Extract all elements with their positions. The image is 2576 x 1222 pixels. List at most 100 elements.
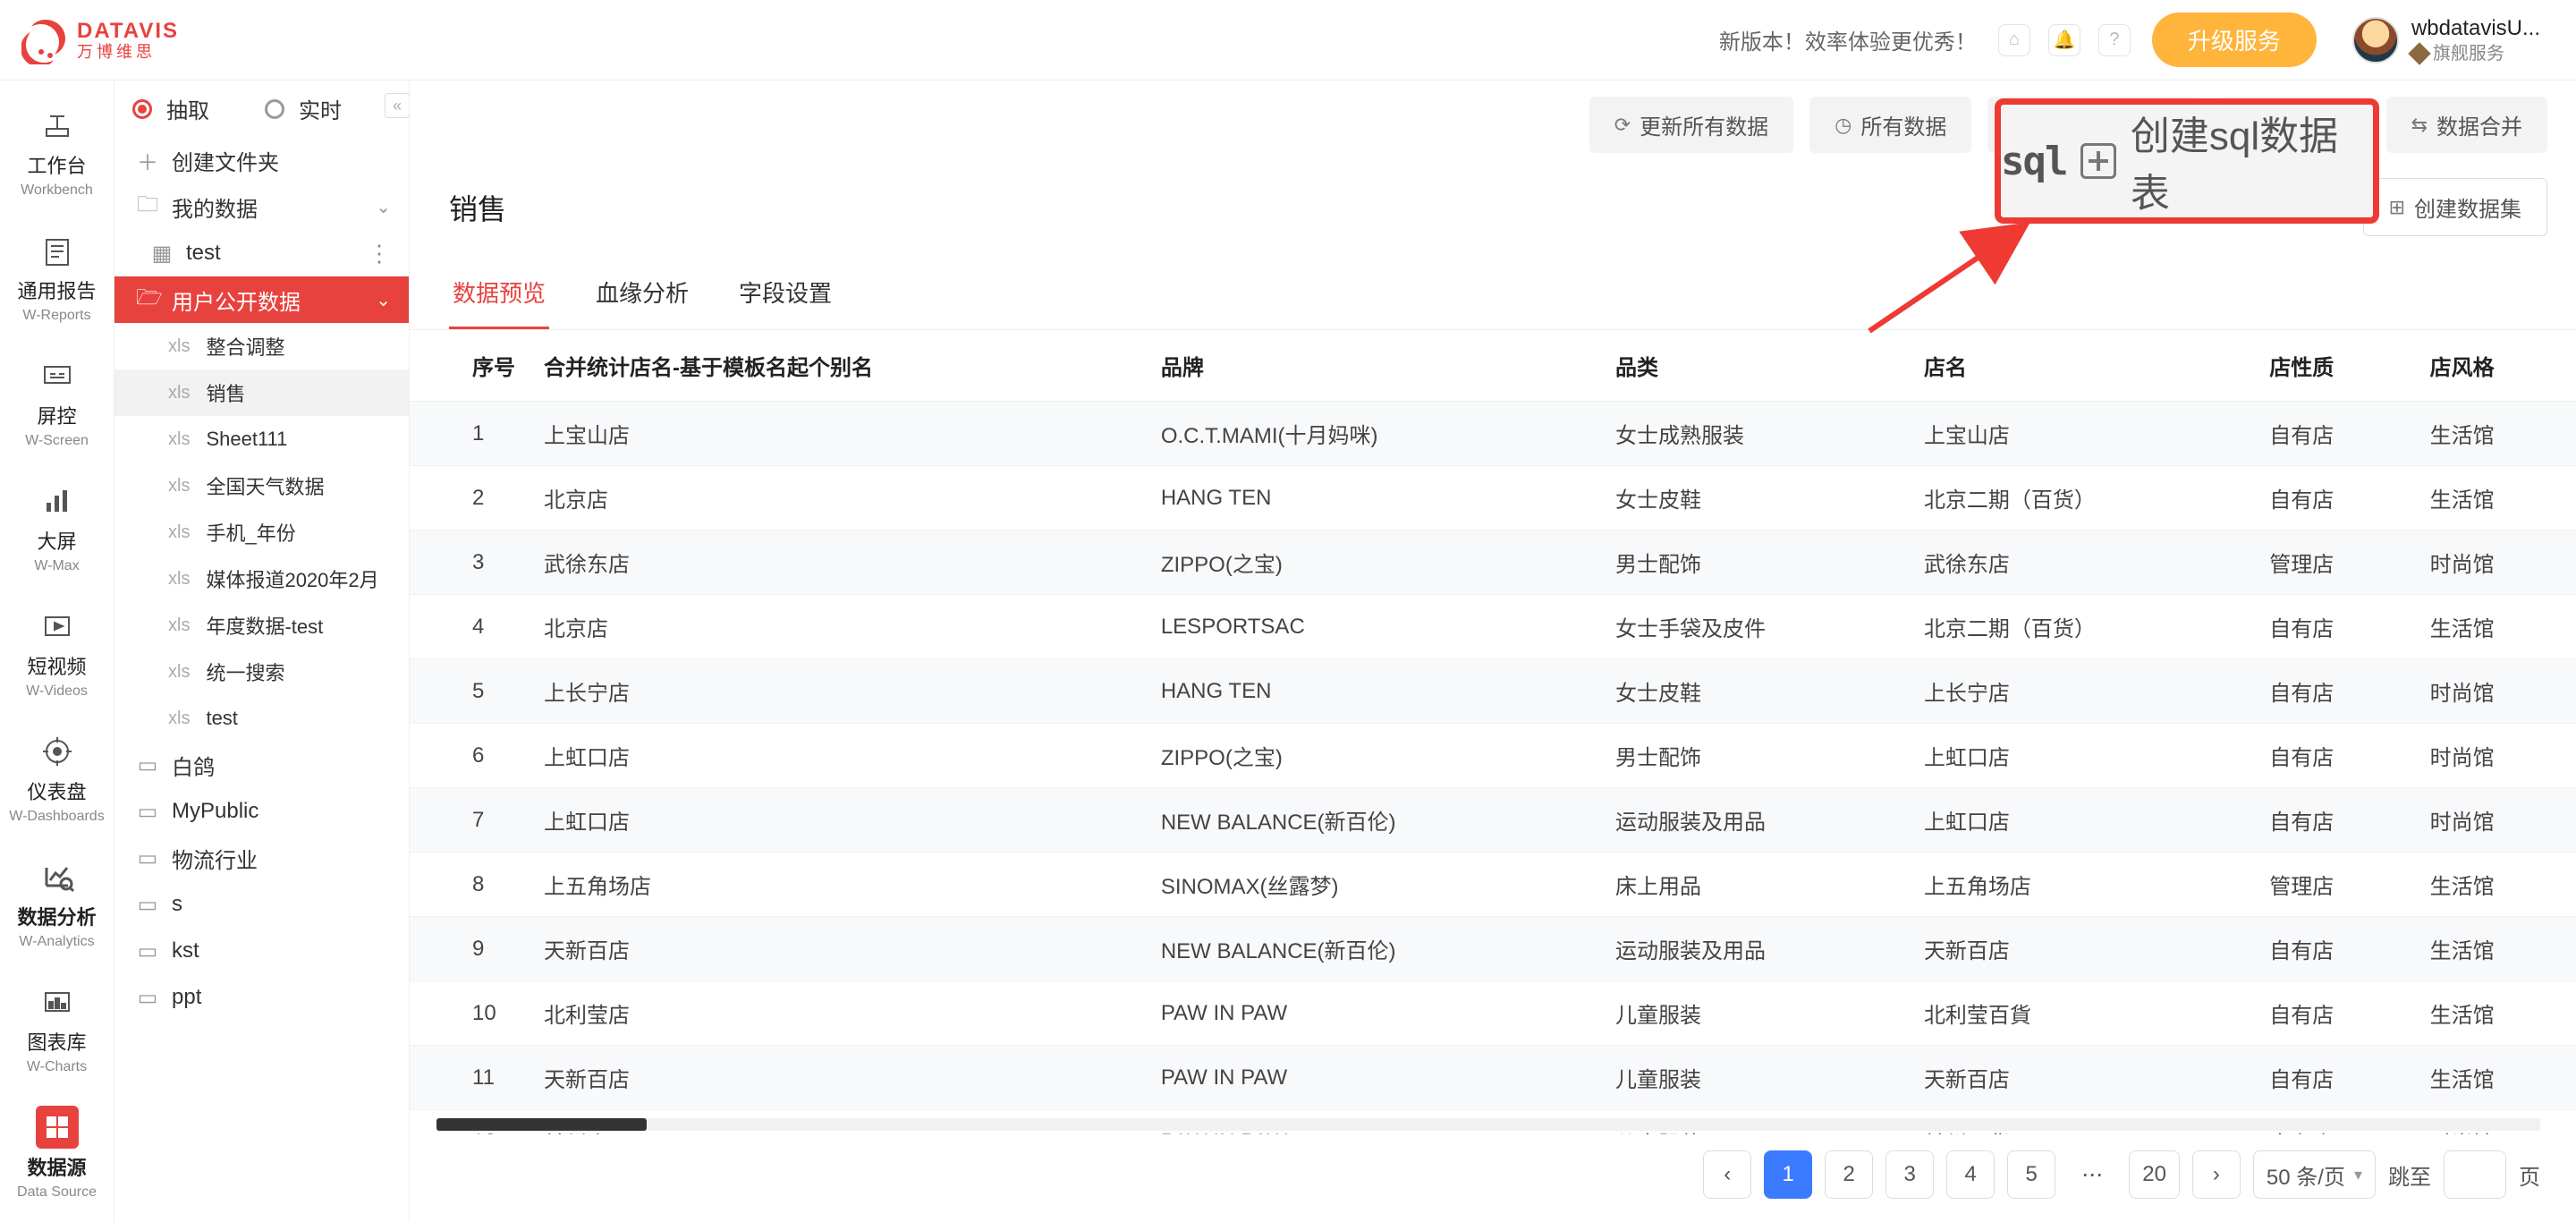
create-dataset-button[interactable]: ⊞ 创建数据集 — [2363, 178, 2547, 236]
doc-icon: ▭ — [136, 985, 159, 1011]
table-row[interactable]: 9天新百店NEW BALANCE(新百伦)运动服装及用品天新百店自有店生活馆 — [410, 917, 2576, 981]
table-row[interactable]: 10北利莹店PAW IN PAW儿童服装北利莹百貨自有店生活馆 — [410, 981, 2576, 1046]
column-header[interactable]: 品类 — [1601, 330, 1910, 402]
home-icon[interactable]: ⌂ — [1998, 24, 2030, 56]
tree-item[interactable]: ▭ kst — [114, 928, 409, 974]
per-page-select[interactable]: 50 条/页 — [2253, 1150, 2376, 1199]
horizontal-scrollbar[interactable] — [436, 1118, 2540, 1131]
tree-item[interactable]: ▭ MyPublic — [114, 788, 409, 835]
table-row[interactable]: 3武徐东店ZIPPO(之宝)男士配饰武徐东店管理店时尚馆 — [410, 530, 2576, 595]
tree-item[interactable]: ▭ ppt — [114, 974, 409, 1021]
upgrade-button[interactable]: 升级服务 — [2152, 13, 2317, 67]
cell: 上长宁店 — [530, 659, 1147, 724]
logo[interactable]: DATAVIS 万博维思 — [21, 16, 179, 64]
rail-sub: Workbench — [21, 182, 93, 199]
tab-1[interactable]: 血缘分析 — [592, 259, 692, 329]
pager-page[interactable]: 1 — [1764, 1150, 1812, 1199]
scrollbar-thumb[interactable] — [436, 1118, 647, 1131]
tree-item[interactable]: xls 手机_年份 — [114, 509, 409, 556]
tree-item[interactable]: xls 整合调整 — [114, 323, 409, 369]
rail-item-data source[interactable]: 数据源 Data Source — [0, 1100, 114, 1209]
pager-page[interactable]: 3 — [1885, 1150, 1934, 1199]
table-row[interactable]: 8上五角场店SINOMAX(丝露梦)床上用品上五角场店管理店生活馆 — [410, 853, 2576, 917]
xls-tag: xls — [168, 662, 190, 683]
cell: 管理店 — [2255, 530, 2415, 595]
help-icon[interactable]: ? — [2098, 24, 2131, 56]
rail-item-w-screen[interactable]: 屏控 W-Screen — [0, 349, 114, 458]
pager-prev[interactable]: ‹ — [1703, 1150, 1751, 1199]
cell: 自有店 — [2255, 595, 2415, 659]
column-header[interactable]: 店风格 — [2416, 330, 2576, 402]
table-row[interactable]: 1上宝山店O.C.T.MAMI(十月妈咪)女士成熟服装上宝山店自有店生活馆 — [410, 402, 2576, 466]
rail-item-w-dashboards[interactable]: 仪表盘 W-Dashboards — [0, 725, 114, 834]
cell: 武徐东店 — [530, 530, 1147, 595]
rail-item-w-max[interactable]: 大屏 W-Max — [0, 474, 114, 583]
column-header[interactable]: 合并统计店名-基于模板名起个别名 — [530, 330, 1147, 402]
table-row[interactable]: 2北京店HANG TEN女士皮鞋北京二期（百货）自有店生活馆 — [410, 466, 2576, 530]
column-header[interactable]: 店名 — [1910, 330, 2255, 402]
tab-0[interactable]: 数据预览 — [449, 259, 549, 329]
rail-item-w-charts[interactable]: 图表库 W-Charts — [0, 975, 114, 1084]
tree-item[interactable]: ▦ test ⋮ — [114, 230, 409, 276]
tree-item[interactable]: xls 统一搜索 — [114, 649, 409, 695]
all-data-button[interactable]: ◷所有数据 — [1809, 97, 1971, 153]
pager-page[interactable]: 4 — [1946, 1150, 1995, 1199]
bell-icon[interactable]: 🔔 — [2048, 24, 2080, 56]
rail-item-w-videos[interactable]: 短视频 W-Videos — [0, 599, 114, 709]
rail-item-w-reports[interactable]: 通用报告 W-Reports — [0, 224, 114, 333]
toolbar: ⟳更新所有数据 ◷所有数据 ▦创建sql数据表 ⤒上传数据 ⇆数据合并 — [410, 81, 2576, 169]
tree-item[interactable]: xls test — [114, 695, 409, 742]
radio-live[interactable] — [265, 99, 284, 119]
table-row[interactable]: 11天新百店PAW IN PAW儿童服装天新百店自有店生活馆 — [410, 1046, 2576, 1110]
cell: 10 — [410, 981, 530, 1046]
tree-item[interactable]: xls 年度数据-test — [114, 602, 409, 649]
rail-title: 通用报告 — [17, 276, 96, 304]
cell: 生活馆 — [2416, 466, 2576, 530]
tree-item[interactable]: ▭ 白鸽 — [114, 742, 409, 788]
table-row[interactable]: 6上虹口店ZIPPO(之宝)男士配饰上虹口店自有店时尚馆 — [410, 724, 2576, 788]
user-block[interactable]: wbdatavisU... 旗舰服务 — [2352, 14, 2540, 65]
tree-item[interactable]: ▭ s — [114, 881, 409, 928]
radio-extract[interactable] — [132, 99, 152, 119]
create-folder-row[interactable]: ＋ 创建文件夹 — [114, 137, 409, 183]
column-header[interactable]: 店性质 — [2255, 330, 2415, 402]
column-header[interactable]: 序号 — [410, 330, 530, 402]
cell: 2 — [410, 466, 530, 530]
table-row[interactable]: 5上长宁店HANG TEN女士皮鞋上长宁店自有店时尚馆 — [410, 659, 2576, 724]
rail-sub: W-Charts — [27, 1059, 87, 1075]
upload-data-button[interactable]: ⤒上传数据 — [2216, 97, 2370, 153]
rail-item-workbench[interactable]: 工作台 Workbench — [0, 98, 114, 208]
rail-item-w-analytics[interactable]: 数据分析 W-Analytics — [0, 850, 114, 959]
rail-icon — [36, 229, 79, 272]
xls-tag: xls — [168, 476, 190, 496]
cell: SINOMAX(丝露梦) — [1147, 853, 1601, 917]
tree-item[interactable]: xls 销售 — [114, 369, 409, 416]
my-data-folder[interactable]: 🗀 我的数据 ⌄ — [114, 183, 409, 230]
table-row[interactable]: 4北京店LESPORTSAC女士手袋及皮件北京二期（百货）自有店生活馆 — [410, 595, 2576, 659]
create-sql-button[interactable]: ▦创建sql数据表 — [1987, 97, 2199, 153]
merge-data-button[interactable]: ⇆数据合并 — [2386, 97, 2547, 153]
upload-icon: ⤒ — [2241, 114, 2250, 137]
public-data-folder[interactable]: 🗁 用户公开数据 ⌄ — [114, 276, 409, 323]
tree-item[interactable]: xls 媒体报道2020年2月 — [114, 556, 409, 602]
logo-mark-icon — [21, 16, 70, 64]
pager-next[interactable]: › — [2192, 1150, 2241, 1199]
pager-page[interactable]: 5 — [2007, 1150, 2055, 1199]
pager-last[interactable]: 20 — [2129, 1150, 2180, 1199]
pager-page[interactable]: 2 — [1825, 1150, 1873, 1199]
table-row[interactable]: 7上虹口店NEW BALANCE(新百伦)运动服装及用品上虹口店自有店时尚馆 — [410, 788, 2576, 853]
tree-item[interactable]: ▭ 物流行业 — [114, 835, 409, 881]
tree-item[interactable]: xls Sheet111 — [114, 416, 409, 462]
refresh-all-button[interactable]: ⟳更新所有数据 — [1589, 97, 1793, 153]
cell: 生活馆 — [2416, 402, 2576, 466]
column-header[interactable]: 品牌 — [1147, 330, 1601, 402]
cell: 自有店 — [2255, 466, 2415, 530]
tree-item[interactable]: xls 全国天气数据 — [114, 462, 409, 509]
tab-2[interactable]: 字段设置 — [735, 259, 835, 329]
jump-input[interactable] — [2444, 1150, 2506, 1199]
data-table: 序号合并统计店名-基于模板名起个别名品牌品类店名店性质店风格 1上宝山店O.C.… — [410, 330, 2576, 1134]
chevron-down-icon: ⌄ — [376, 289, 391, 311]
collapse-tree-icon[interactable]: « — [385, 93, 410, 118]
folder-open-icon: 🗁 — [136, 282, 159, 318]
more-icon[interactable]: ⋮ — [368, 240, 391, 267]
